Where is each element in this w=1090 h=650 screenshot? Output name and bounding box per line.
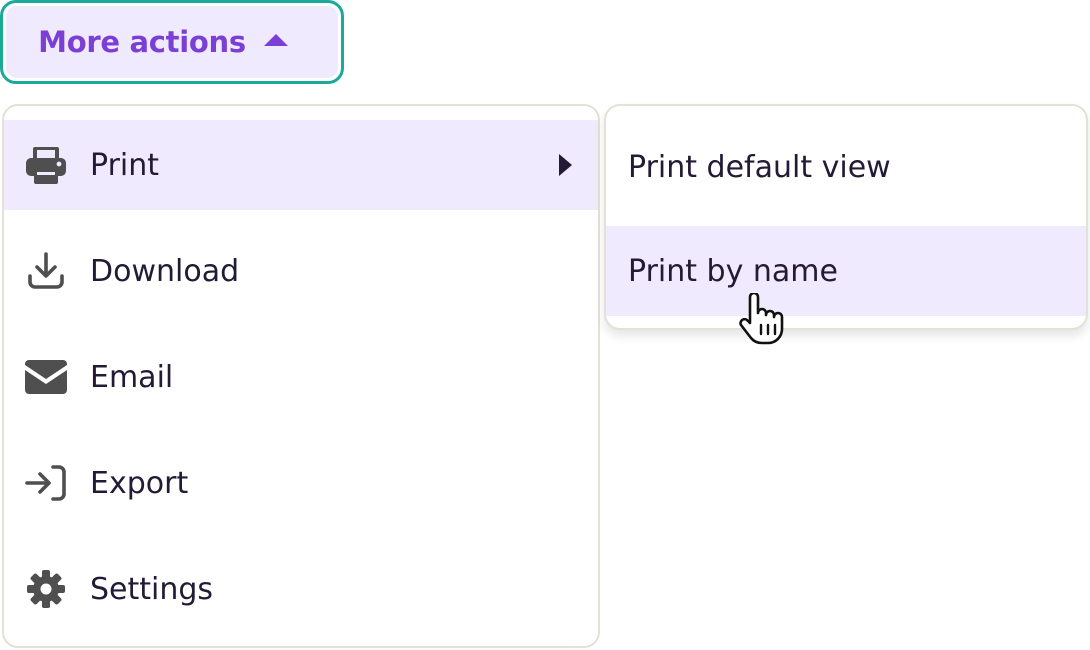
more-actions-dropdown: More actions Print Download Email Export…: [0, 0, 1090, 650]
menu-item-label: Email: [90, 359, 174, 395]
more-actions-label: More actions: [38, 25, 246, 59]
printer-icon: [24, 143, 68, 187]
download-icon: [24, 249, 68, 293]
menu-item-email[interactable]: Email: [4, 332, 598, 422]
menu-item-export[interactable]: Export: [4, 438, 598, 528]
menu-item-label: Export: [90, 465, 189, 501]
menu-item-settings[interactable]: Settings: [4, 544, 598, 634]
envelope-icon: [24, 355, 68, 399]
caret-up-icon: [263, 34, 288, 46]
submenu-item-print-default-view[interactable]: Print default view: [606, 122, 1086, 212]
menu-item-print[interactable]: Print: [4, 120, 598, 210]
submenu-item-label: Print default view: [628, 149, 891, 185]
chevron-right-icon: [559, 154, 572, 176]
submenu-item-label: Print by name: [628, 253, 838, 289]
menu-item-download[interactable]: Download: [4, 226, 598, 316]
more-actions-button-inner[interactable]: More actions: [6, 6, 338, 78]
gear-icon: [24, 567, 68, 611]
hand-pointer-icon: [736, 291, 784, 345]
submenu-item-print-by-name[interactable]: Print by name: [606, 226, 1086, 316]
menu-item-label: Download: [90, 253, 240, 289]
export-icon: [24, 461, 68, 505]
menu-item-label: Settings: [90, 571, 214, 607]
actions-menu: Print Download Email Export Settings: [2, 104, 600, 648]
print-submenu: Print default view Print by name: [604, 104, 1088, 330]
more-actions-button[interactable]: More actions: [0, 0, 344, 84]
menu-item-label: Print: [90, 147, 160, 183]
